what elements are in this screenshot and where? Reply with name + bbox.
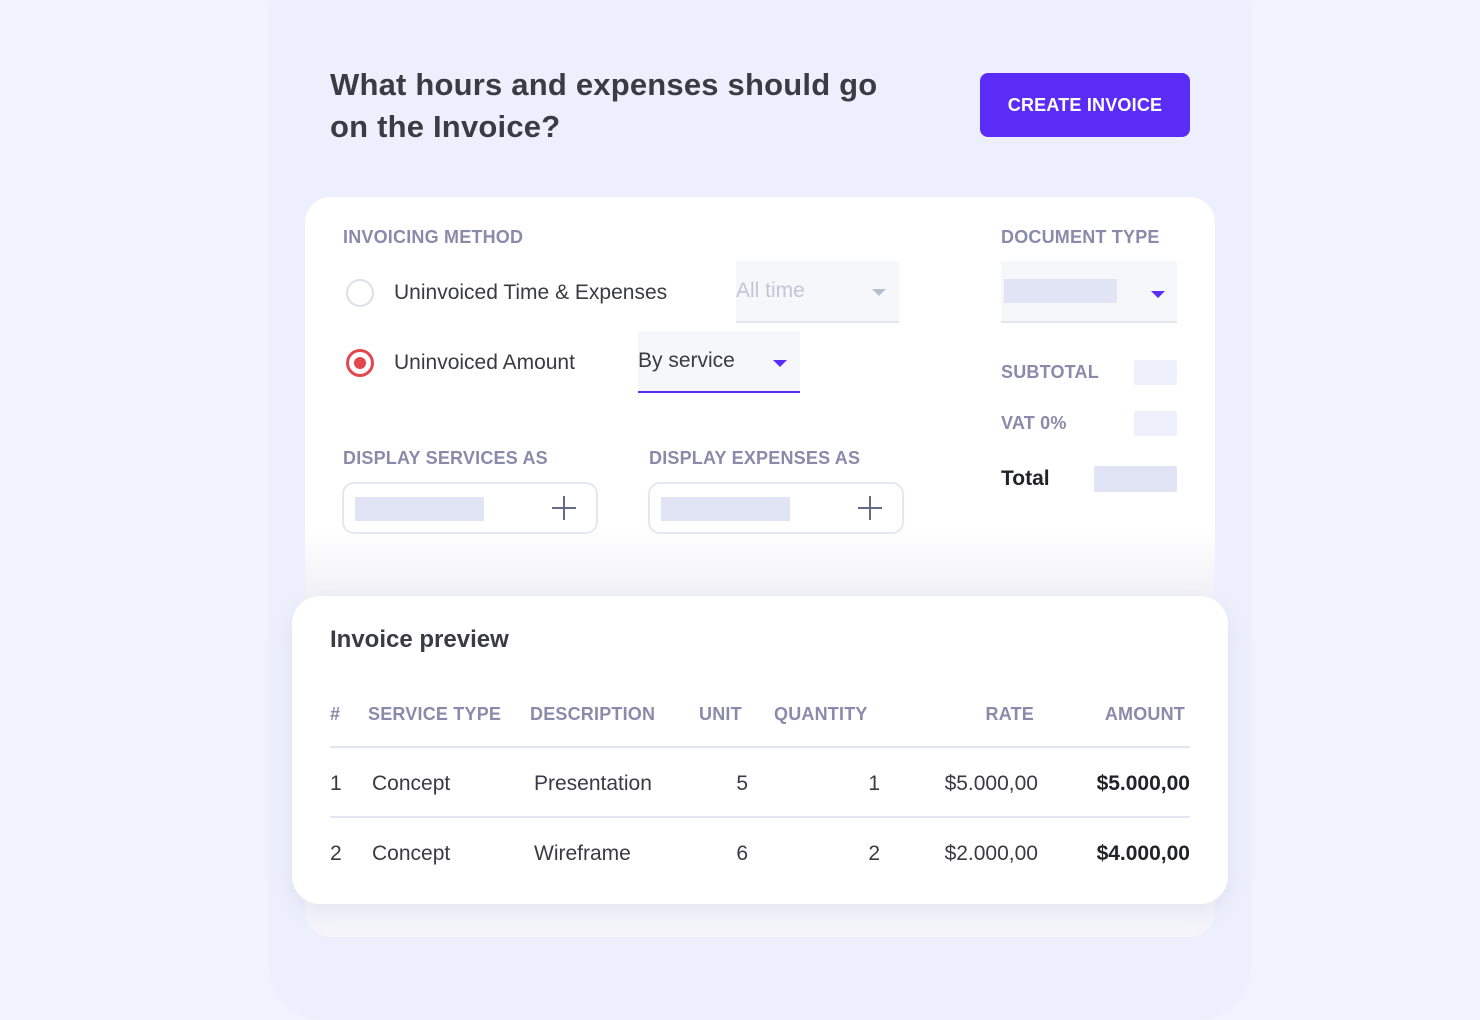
total-label: Total	[1001, 467, 1050, 490]
row-rate: $5.000,00	[944, 772, 1038, 795]
column-header-number: #	[330, 704, 341, 724]
document-type-placeholder	[1004, 279, 1117, 303]
vat-label: VAT 0%	[1001, 413, 1067, 433]
row-rate: $2.000,00	[944, 842, 1038, 865]
row-quantity: 1	[868, 772, 880, 795]
grouping-select[interactable]: By service	[638, 331, 800, 393]
column-header-rate: RATE	[985, 704, 1034, 724]
document-type-select[interactable]	[1001, 261, 1177, 323]
column-header-amount: AMOUNT	[1104, 704, 1185, 724]
chevron-down-icon	[773, 360, 787, 367]
radio-label-uninvoiced-amount: Uninvoiced Amount	[394, 351, 575, 374]
display-services-placeholder	[355, 497, 484, 521]
display-services-field[interactable]	[342, 482, 598, 534]
row-unit: 6	[736, 842, 748, 865]
total-value	[1094, 466, 1177, 492]
row-amount: $5.000,00	[1096, 772, 1190, 795]
period-select[interactable]: All time	[736, 261, 899, 323]
row-amount: $4.000,00	[1096, 842, 1190, 865]
invoicing-method-label: INVOICING METHOD	[343, 227, 524, 247]
table-divider	[330, 816, 1190, 818]
grouping-select-value: By service	[638, 349, 735, 372]
create-invoice-button[interactable]: CREATE INVOICE	[980, 73, 1190, 137]
display-services-label: DISPLAY SERVICES AS	[343, 448, 548, 468]
invoice-preview-card: Invoice preview # SERVICE TYPE DESCRIPTI…	[292, 596, 1228, 904]
chevron-down-icon	[872, 289, 886, 296]
row-description: Presentation	[534, 772, 652, 795]
invoice-preview-title: Invoice preview	[330, 626, 509, 653]
column-header-unit: UNIT	[699, 704, 742, 724]
row-quantity: 2	[868, 842, 880, 865]
column-header-description: DESCRIPTION	[530, 704, 656, 724]
column-header-quantity: QUANTITY	[774, 704, 868, 724]
row-service-type: Concept	[372, 842, 451, 865]
radio-label-uninvoiced-time-expenses: Uninvoiced Time & Expenses	[394, 281, 668, 304]
row-number: 1	[330, 772, 342, 795]
vat-value	[1134, 411, 1177, 436]
display-expenses-placeholder	[661, 497, 790, 521]
radio-uninvoiced-time-expenses[interactable]	[346, 279, 374, 307]
display-expenses-label: DISPLAY EXPENSES AS	[649, 448, 861, 468]
row-description: Wireframe	[534, 842, 631, 865]
display-expenses-field[interactable]	[648, 482, 904, 534]
column-header-service-type: SERVICE TYPE	[368, 704, 502, 724]
row-number: 2	[330, 842, 342, 865]
document-type-label: DOCUMENT TYPE	[1001, 227, 1160, 247]
table-divider	[330, 746, 1190, 748]
subtotal-label: SUBTOTAL	[1001, 362, 1099, 382]
plus-icon[interactable]	[858, 496, 882, 520]
page-title: What hours and expenses should go on the…	[330, 67, 878, 144]
row-unit: 5	[736, 772, 748, 795]
plus-icon[interactable]	[552, 496, 576, 520]
chevron-down-icon	[1151, 291, 1165, 298]
period-select-value: All time	[736, 279, 805, 302]
row-service-type: Concept	[372, 772, 451, 795]
subtotal-value	[1134, 360, 1177, 385]
radio-uninvoiced-amount[interactable]	[346, 349, 374, 377]
